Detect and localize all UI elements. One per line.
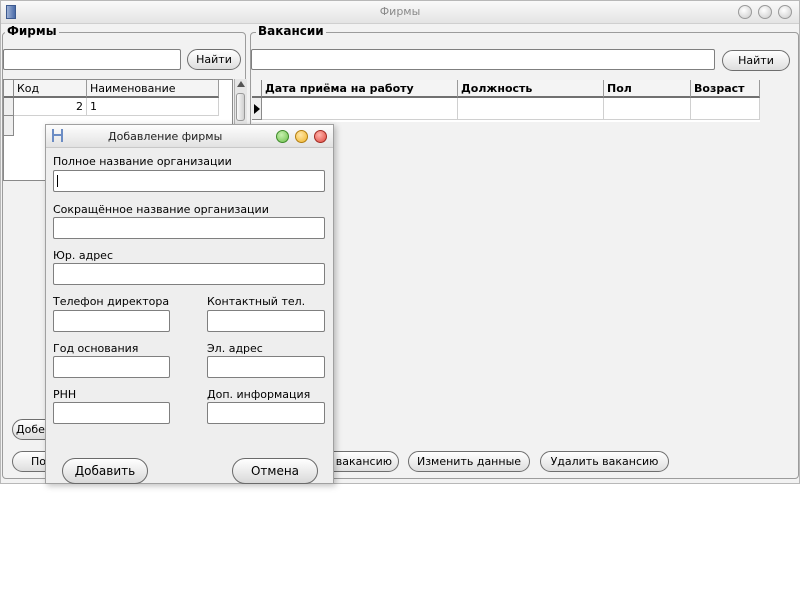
row-indicator[interactable] <box>4 98 14 116</box>
text-cursor <box>57 175 58 187</box>
dialog-title: Добавление фирмы <box>108 130 223 143</box>
contact-phone-input[interactable] <box>207 310 325 332</box>
firms-col-name[interactable]: Наименование <box>87 80 219 98</box>
add-firm-dialog: Добавление фирмы Полное название организ… <box>45 124 334 484</box>
firms-search-button[interactable]: Найти <box>187 49 241 70</box>
row-indicator-new[interactable] <box>4 116 14 136</box>
vacancies-col-gender[interactable]: Пол <box>604 80 691 98</box>
edit-data-button[interactable]: Изменить данные <box>408 451 530 472</box>
email-input[interactable] <box>207 356 325 378</box>
maximize-icon[interactable] <box>276 130 289 143</box>
scroll-thumb[interactable] <box>236 93 245 121</box>
main-titlebar: Фирмы <box>1 1 799 24</box>
firms-cell-name[interactable]: 1 <box>87 98 219 116</box>
dialog-titlebar: Добавление фирмы <box>46 125 333 148</box>
extra-info-label: Доп. информация <box>207 388 311 401</box>
minimize-icon[interactable] <box>295 130 308 143</box>
vacancies-col-age[interactable]: Возраст <box>691 80 760 98</box>
current-row-indicator[interactable] <box>252 98 262 120</box>
full-name-input[interactable] <box>53 170 325 192</box>
close-button[interactable] <box>778 5 792 19</box>
short-name-input[interactable] <box>53 217 325 239</box>
vacancy-cell-position[interactable] <box>458 98 604 120</box>
minimize-button[interactable] <box>738 5 752 19</box>
vacancies-header-corner <box>252 80 262 98</box>
vacancy-cell-date[interactable] <box>262 98 458 120</box>
rnn-input[interactable] <box>53 402 170 424</box>
vacancy-cell-age[interactable] <box>691 98 760 120</box>
row-pointer-icon <box>254 104 260 114</box>
vacancies-group-title: Вакансии <box>256 24 326 38</box>
legal-address-label: Юр. адрес <box>53 249 113 262</box>
vacancies-col-date[interactable]: Дата приёма на работу <box>262 80 458 98</box>
full-name-label: Полное название организации <box>53 155 232 168</box>
founded-year-label: Год основания <box>53 342 139 355</box>
founded-year-input[interactable] <box>53 356 170 378</box>
firms-col-code[interactable]: Код <box>14 80 87 98</box>
extra-info-input[interactable] <box>207 402 325 424</box>
dialog-app-icon <box>52 129 63 142</box>
director-phone-label: Телефон директора <box>53 295 170 308</box>
firms-search-input[interactable] <box>3 49 181 70</box>
contact-phone-label: Контактный тел. <box>207 295 306 308</box>
rnn-label: РНН <box>53 388 77 401</box>
legal-address-input[interactable] <box>53 263 325 285</box>
vacancy-cell-gender[interactable] <box>604 98 691 120</box>
vacancies-search-button[interactable]: Найти <box>722 50 790 71</box>
scroll-up-icon[interactable] <box>237 81 245 87</box>
firms-header-corner <box>4 80 14 98</box>
firms-group-title: Фирмы <box>5 24 59 38</box>
cancel-button[interactable]: Отмена <box>232 458 318 484</box>
vacancies-search-input[interactable] <box>251 49 715 70</box>
window-title: Фирмы <box>379 5 421 18</box>
email-label: Эл. адрес <box>207 342 263 355</box>
short-name-label: Сокращённое название организации <box>53 203 269 216</box>
vacancies-col-position[interactable]: Должность <box>458 80 604 98</box>
firms-cell-code[interactable]: 2 <box>14 98 87 116</box>
delete-vacancy-button[interactable]: Удалить вакансию <box>540 451 669 472</box>
close-icon[interactable] <box>314 130 327 143</box>
vacancies-table: Дата приёма на работу Должность Пол Возр… <box>252 80 760 122</box>
director-phone-input[interactable] <box>53 310 170 332</box>
maximize-button[interactable] <box>758 5 772 19</box>
add-button[interactable]: Добавить <box>62 458 148 484</box>
